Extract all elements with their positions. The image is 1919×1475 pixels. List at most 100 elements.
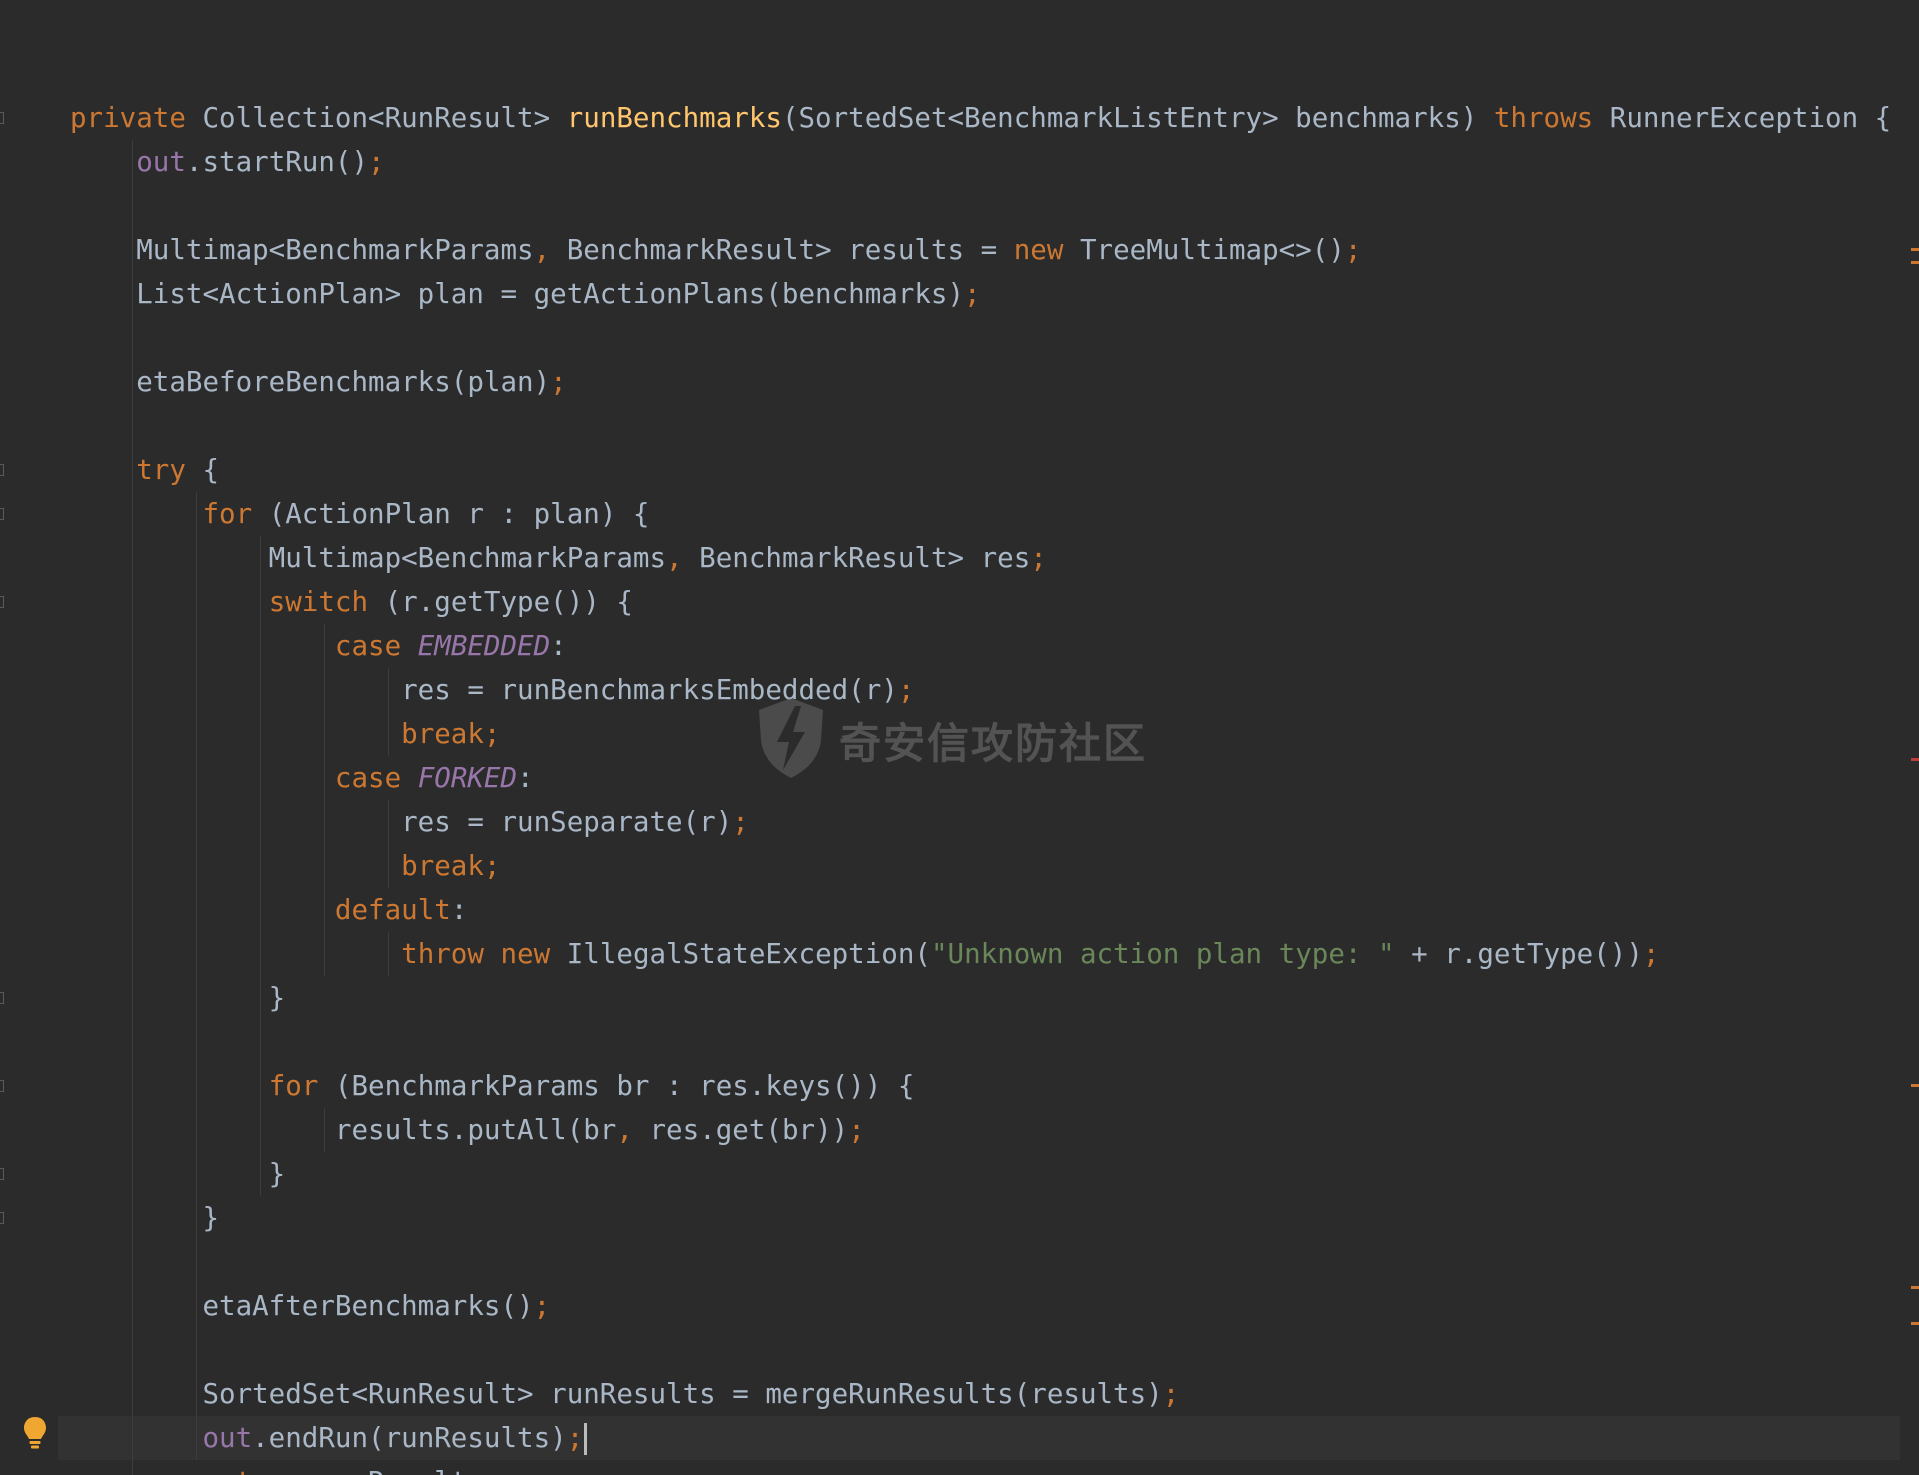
stripe-mark[interactable] (1911, 1084, 1919, 1087)
code-token: ; (1030, 542, 1047, 574)
code-token: Collection<RunResult> (202, 102, 567, 134)
code-line[interactable]: out.startRun(); (70, 140, 385, 184)
code-token: ; (550, 366, 567, 398)
code-line[interactable]: results.putAll(br, res.get(br)); (70, 1108, 865, 1152)
code-token: (ActionPlan r : plan) { (268, 498, 650, 530)
code-token: etaBeforeBenchmarks(plan) (70, 366, 551, 398)
code-line[interactable]: res = runSeparate(r); (70, 800, 749, 844)
code-line[interactable]: for (BenchmarkParams br : res.keys()) { (70, 1064, 915, 1108)
code-line[interactable]: Multimap<BenchmarkParams, BenchmarkResul… (70, 536, 1047, 580)
code-token: { (202, 454, 220, 486)
code-token: new (1013, 234, 1080, 266)
code-line[interactable]: for (ActionPlan r : plan) { (70, 492, 650, 536)
code-token: (BenchmarkParams br : res.keys()) { (334, 1070, 915, 1102)
code-line[interactable]: } (70, 1196, 219, 1240)
code-token: throws (1493, 102, 1610, 134)
code-token: res.get(br)) (649, 1114, 849, 1146)
code-token: return (202, 1466, 318, 1475)
code-token: out (136, 146, 186, 178)
code-line[interactable]: List<ActionPlan> plan = getActionPlans(b… (70, 272, 981, 316)
code-token: ; (368, 146, 385, 178)
code-token: break; (401, 718, 501, 750)
watermark: 奇安信攻防社区 (755, 690, 1175, 790)
code-token: + r.getType()) (1394, 938, 1643, 970)
code-token: Multimap<BenchmarkParams (70, 234, 534, 266)
code-token: res = runSeparate(r) (70, 806, 733, 838)
code-token: ; (732, 806, 749, 838)
code-token: : (517, 762, 534, 794)
code-token: EMBEDDED (417, 630, 551, 662)
code-token: Multimap<BenchmarkParams (70, 542, 667, 574)
code-line[interactable]: etaBeforeBenchmarks(plan); (70, 360, 567, 404)
code-token: ; (533, 1290, 551, 1322)
code-line[interactable]: try { (70, 448, 219, 492)
code-token: .endRun(runResults) (252, 1422, 567, 1454)
shield-bolt-icon (755, 696, 827, 784)
stripe-mark[interactable] (1911, 248, 1919, 251)
code-line[interactable]: case EMBEDDED: (70, 624, 567, 668)
error-stripe[interactable] (1900, 0, 1919, 1475)
code-line[interactable]: throw new IllegalStateException("Unknown… (70, 932, 1659, 976)
code-token: results.putAll(br (70, 1114, 617, 1146)
code-token: ; (964, 278, 981, 310)
code-line[interactable]: case FORKED: (70, 756, 534, 800)
code-token: , (616, 1114, 650, 1146)
code-editor[interactable]: private Collection<RunResult> runBenchma… (0, 0, 1919, 1475)
code-line[interactable]: out.endRun(runResults); (70, 1416, 588, 1460)
code-token: try (136, 454, 203, 486)
stripe-mark[interactable] (1911, 1286, 1919, 1290)
code-token: BenchmarkResult> results = (566, 234, 1014, 266)
code-token: default (334, 894, 451, 926)
code-token: ; (1642, 938, 1660, 970)
code-token: (SortedSet<BenchmarkListEntry> benchmark… (781, 102, 1494, 134)
code-token: RunnerException { (1609, 102, 1892, 134)
code-line[interactable]: } (70, 976, 286, 1020)
code-token: TreeMultimap<>() (1079, 234, 1345, 266)
code-line[interactable]: SortedSet<RunResult> runResults = mergeR… (70, 1372, 1179, 1416)
code-line[interactable]: break; (70, 844, 500, 888)
code-token: ; (566, 1422, 584, 1454)
code-token: case (334, 630, 418, 662)
stripe-mark[interactable] (1911, 758, 1919, 762)
code-token: : (550, 630, 567, 662)
code-token: etaAfterBenchmarks() (70, 1290, 534, 1322)
code-token: ; (484, 1466, 501, 1475)
code-line[interactable]: etaAfterBenchmarks(); (70, 1284, 550, 1328)
code-line[interactable]: } (70, 1152, 286, 1196)
code-token: runBenchmarks (566, 102, 782, 134)
code-token: runResults (318, 1466, 484, 1475)
code-token: private (70, 102, 203, 134)
code-token: } (70, 1158, 286, 1190)
code-line[interactable]: private Collection<RunResult> runBenchma… (70, 96, 1891, 140)
code-line[interactable]: break; (70, 712, 500, 756)
code-line[interactable]: return runResults; (70, 1460, 501, 1475)
code-token: .startRun() (185, 146, 369, 178)
code-token: "Unknown action plan type: " (930, 938, 1395, 970)
stripe-mark[interactable] (1911, 1321, 1919, 1325)
watermark-text: 奇安信攻防社区 (839, 718, 1148, 768)
code-line[interactable]: default: (70, 888, 467, 932)
code-token: case (334, 762, 418, 794)
code-token: , (666, 542, 700, 574)
code-line[interactable]: switch (r.getType()) { (70, 580, 633, 624)
code-line[interactable]: Multimap<BenchmarkParams, BenchmarkResul… (70, 228, 1361, 272)
code-token: } (70, 1202, 220, 1234)
code-token: } (70, 982, 286, 1014)
code-token: SortedSet<RunResult> runResults = mergeR… (70, 1378, 1163, 1410)
lightbulb-icon[interactable] (22, 1415, 48, 1451)
stripe-mark[interactable] (1911, 261, 1919, 265)
code-token: ; (848, 1114, 865, 1146)
code-token: (r.getType()) { (384, 586, 633, 618)
code-token: , (533, 234, 567, 266)
